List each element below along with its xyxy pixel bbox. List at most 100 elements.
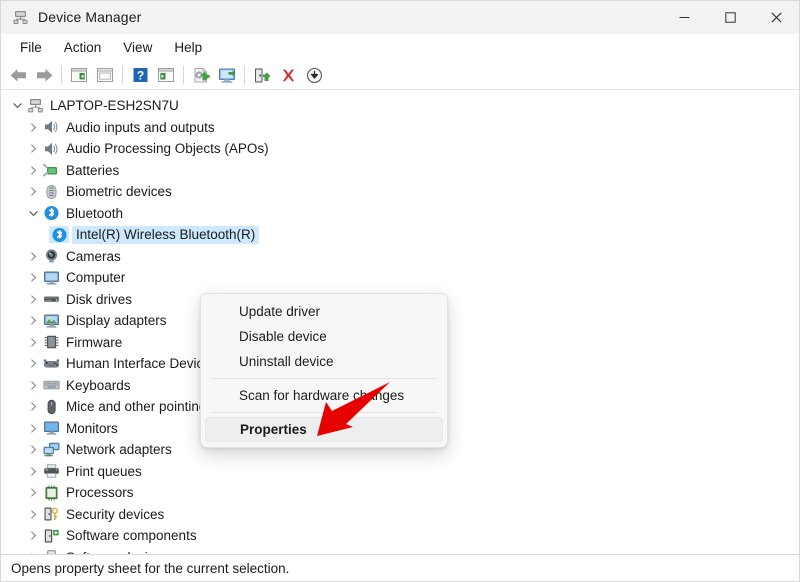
tree-label: Security devices [66,506,165,522]
uninstall-device-icon[interactable] [275,63,301,87]
tree-label: Software devices [66,550,175,554]
chevron-right-icon[interactable] [25,123,41,132]
chevron-right-icon[interactable] [25,553,41,554]
keyboard-icon [41,377,61,394]
separator-4 [244,66,245,84]
tree-row-computer[interactable]: Computer [1,267,799,289]
menu-file[interactable]: File [9,37,53,58]
tree-label: Keyboards [66,377,131,393]
device-tree[interactable]: LAPTOP-ESH2SN7U Audio inputs and outputs [1,90,799,554]
disable-device-icon[interactable] [301,63,327,87]
tree-label: Cameras [66,248,121,264]
tree-row-biometric-devices[interactable]: Biometric devices [1,181,799,203]
maximize-button[interactable] [707,1,753,33]
tree-label: Batteries [66,162,120,178]
tree-row-computer-root[interactable]: LAPTOP-ESH2SN7U [1,95,799,117]
show-hide-console-tree-icon[interactable] [66,63,92,87]
bluetooth-icon [49,226,69,244]
tree-row-cameras[interactable]: Cameras [1,246,799,268]
tree-row-intel-wireless-bluetooth[interactable]: Intel(R) Wireless Bluetooth(R) [1,224,799,246]
speaker-icon [41,119,61,136]
tree-row-processors[interactable]: Processors [1,482,799,504]
close-button[interactable] [753,1,799,33]
chevron-right-icon[interactable] [25,531,41,540]
chevron-right-icon[interactable] [25,359,41,368]
tree-row-software-devices[interactable]: Software devices [1,547,799,554]
caption-buttons [661,1,799,33]
chevron-right-icon[interactable] [25,295,41,304]
menu-view[interactable]: View [112,37,163,58]
device-manager-window: Device Manager File Action View Help ? L… [0,0,800,582]
tree-label: Monitors [66,420,118,436]
chevron-right-icon[interactable] [25,338,41,347]
disk-drive-icon [41,291,61,308]
ctx-scan-hardware-changes[interactable]: Scan for hardware changes [205,383,443,408]
menu-action[interactable]: Action [53,37,113,58]
minimize-button[interactable] [661,1,707,33]
tree-label: Display adapters [66,313,167,329]
ctx-properties[interactable]: Properties [205,417,443,442]
tree-row-software-components[interactable]: Software components [1,525,799,547]
monitor-icon [41,420,61,437]
fingerprint-icon [41,183,61,200]
chevron-right-icon[interactable] [25,424,41,433]
tree-row-batteries[interactable]: Batteries [1,160,799,182]
menu-help[interactable]: Help [163,37,213,58]
tree-row-bluetooth[interactable]: Bluetooth [1,203,799,225]
separator-2 [122,66,123,84]
separator-1 [61,66,62,84]
ctx-disable-device[interactable]: Disable device [205,324,443,349]
chevron-right-icon[interactable] [25,187,41,196]
chevron-down-icon[interactable] [25,209,41,218]
separator-3 [183,66,184,84]
context-menu-separator [211,378,437,379]
chevron-right-icon[interactable] [25,316,41,325]
tree-label: Biometric devices [66,184,172,200]
status-bar: Opens property sheet for the current sel… [1,554,799,581]
network-adapter-icon [41,441,61,458]
show-hide-action-pane-icon[interactable] [153,63,179,87]
context-menu: Update driver Disable device Uninstall d… [200,293,448,448]
svg-text:?: ? [136,68,143,82]
chevron-right-icon[interactable] [25,445,41,454]
chevron-right-icon[interactable] [25,273,41,282]
chevron-right-icon[interactable] [25,166,41,175]
tree-label: Network adapters [66,442,172,458]
chevron-right-icon[interactable] [25,510,41,519]
enable-device-icon[interactable] [249,63,275,87]
update-driver-icon[interactable] [188,63,214,87]
chevron-down-icon[interactable] [9,101,25,110]
battery-icon [41,162,61,179]
properties-icon[interactable] [92,63,118,87]
tree-row-print-queues[interactable]: Print queues [1,461,799,483]
chevron-right-icon[interactable] [25,144,41,153]
security-key-icon [41,506,61,523]
back-icon[interactable] [5,63,31,87]
device-manager-icon [12,9,29,26]
forward-icon[interactable] [31,63,57,87]
ctx-update-driver[interactable]: Update driver [205,299,443,324]
toolbar: ? [1,61,799,90]
speaker-icon [41,140,61,157]
tree-label: Bluetooth [66,205,124,221]
scan-hardware-changes-icon[interactable] [214,63,240,87]
chevron-right-icon[interactable] [25,252,41,261]
tree-row-security-devices[interactable]: Security devices [1,504,799,526]
tree-row-audio-processing-objects[interactable]: Audio Processing Objects (APOs) [1,138,799,160]
monitor-icon [41,269,61,286]
chevron-right-icon[interactable] [25,402,41,411]
ctx-uninstall-device[interactable]: Uninstall device [205,349,443,374]
status-text: Opens property sheet for the current sel… [11,560,290,576]
tree-label: Processors [66,485,134,501]
help-icon[interactable]: ? [127,63,153,87]
camera-icon [41,248,61,265]
tree-row-audio-inputs-and-outputs[interactable]: Audio inputs and outputs [1,117,799,139]
chevron-right-icon[interactable] [25,488,41,497]
software-device-icon [41,549,61,554]
menu-bar: File Action View Help [1,34,799,61]
software-component-icon [41,527,61,544]
chevron-right-icon[interactable] [25,467,41,476]
tree-label: LAPTOP-ESH2SN7U [50,98,179,114]
chevron-right-icon[interactable] [25,381,41,390]
tree-label: Computer [66,270,126,286]
